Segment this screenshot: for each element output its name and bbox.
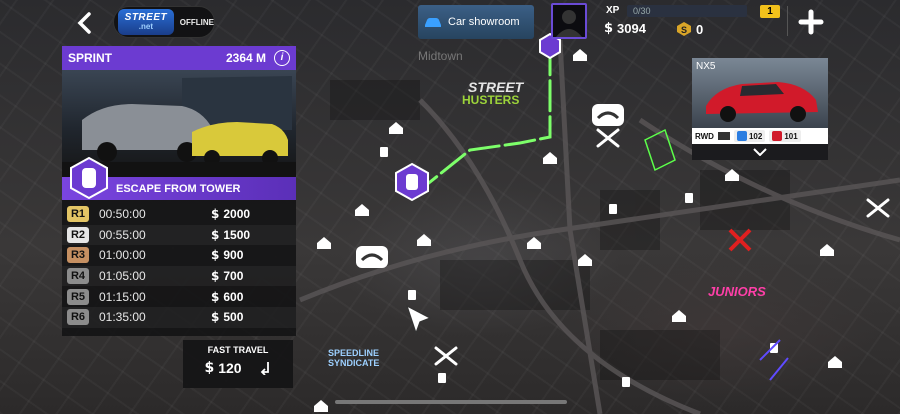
- dollar-icon: $: [604, 21, 614, 36]
- player-cursor: [405, 304, 432, 335]
- info-icon[interactable]: i: [274, 50, 290, 66]
- rank-badge: R1: [67, 206, 89, 223]
- dollar-icon: $: [211, 207, 220, 222]
- rank-badge: R6: [67, 309, 89, 326]
- car-name: NX5: [696, 61, 716, 72]
- target-time: 01:35:00: [99, 310, 146, 325]
- garage-marker[interactable]: [356, 246, 388, 268]
- reward-row: R6 01:35:00 $500: [62, 306, 296, 328]
- svg-text:S: S: [681, 25, 687, 35]
- target-time: 01:15:00: [99, 289, 146, 304]
- dollar-icon: $: [211, 310, 220, 325]
- svg-text:SYNDICATE: SYNDICATE: [328, 358, 379, 368]
- race-mode: SPRINT: [68, 51, 113, 65]
- prize: $1500: [211, 228, 250, 242]
- level-badge: 1: [760, 5, 780, 18]
- selected-car-card[interactable]: NX5 RWD 102 101: [692, 58, 828, 160]
- prize: $2000: [211, 207, 250, 221]
- prize: $500: [211, 310, 243, 324]
- fast-travel-amount: 120: [218, 360, 242, 376]
- race-name-bar: ESCAPE FROM TOWER: [62, 157, 296, 200]
- prize-amount: 1500: [223, 227, 251, 242]
- svg-text:SPEEDLINE: SPEEDLINE: [328, 348, 379, 358]
- fast-travel-cost: $ 120: [189, 360, 287, 376]
- car-stats: RWD 102 101: [692, 128, 828, 144]
- logo-mark: STREET .net: [118, 9, 174, 35]
- dollar-icon: $: [211, 227, 220, 242]
- district-label: Midtown: [418, 49, 463, 63]
- prize-amount: 500: [223, 310, 244, 325]
- crew-tag-juniors: JUNIORS: [708, 284, 766, 299]
- xp-progress-text: 0/30: [633, 6, 651, 16]
- logo-bottom: .net: [138, 22, 153, 31]
- street-net-logo: STREET .net OFFLINE: [113, 6, 215, 38]
- reward-row: R3 01:00:00 $900: [62, 245, 296, 266]
- home-indicator: [335, 400, 567, 404]
- connection-status: OFFLINE: [179, 17, 214, 27]
- prize-amount: 600: [223, 289, 244, 304]
- rank-badge: R2: [67, 226, 89, 243]
- target-time: 00:55:00: [99, 227, 146, 242]
- prize-amount: 700: [223, 269, 244, 284]
- arrow-down-corner-icon: [260, 362, 269, 375]
- silhouette-icon: [556, 10, 582, 37]
- race-distance: 2364 M: [225, 51, 266, 65]
- fast-travel-button[interactable]: FAST TRAVEL $ 120: [183, 340, 293, 388]
- gold-display: S 0: [676, 21, 703, 37]
- race-start-marker[interactable]: [395, 162, 429, 202]
- reward-row: R5 01:15:00 $600: [62, 286, 296, 307]
- back-chevron-left-icon[interactable]: [70, 8, 100, 38]
- prize: $900: [211, 248, 243, 262]
- player-avatar[interactable]: [551, 3, 587, 39]
- reward-row: R4 01:05:00 $700: [62, 265, 296, 287]
- add-currency-plus-icon[interactable]: [798, 9, 824, 35]
- stat-pill-2: 101: [769, 130, 801, 142]
- dollar-icon: $: [211, 289, 220, 304]
- race-info-panel: SPRINT 2364 M i ESCAPE FROM TOWER R1 00:…: [62, 46, 296, 336]
- engine-icon: [717, 132, 730, 140]
- race-header: SPRINT 2364 M i: [62, 46, 296, 70]
- game-screen: Midtown STREET HUSTERS JUNIORS SPEEDLINE…: [0, 0, 900, 414]
- reward-row: R2 00:55:00 $1500: [62, 224, 296, 246]
- target-time: 01:05:00: [99, 269, 146, 284]
- car-showroom-label: Car showroom: [448, 16, 520, 28]
- stat-value-1: 102: [748, 131, 763, 141]
- rank-badge: R4: [67, 268, 89, 285]
- prize-amount: 2000: [223, 207, 251, 222]
- prize: $700: [211, 269, 243, 283]
- cash-amount: 3094: [617, 21, 646, 36]
- rank-badge: R5: [67, 288, 89, 305]
- race-name: ESCAPE FROM TOWER: [116, 182, 241, 195]
- race-car-badge-icon: [70, 157, 108, 199]
- reward-row: R1 00:50:00 $2000: [62, 204, 296, 225]
- car-icon: [425, 18, 441, 27]
- stat-pill-1: 102: [733, 130, 766, 142]
- car-dealer-marker[interactable]: [592, 104, 624, 126]
- gold-amount: 0: [696, 21, 704, 37]
- gold-coin-icon: S: [677, 22, 691, 36]
- rank-badge: R3: [67, 247, 89, 264]
- dollar-icon: $: [204, 360, 215, 376]
- chevron-down-icon: [753, 148, 767, 156]
- stat-value-2: 101: [784, 131, 798, 141]
- prize: $600: [211, 290, 243, 304]
- topbar-divider: [787, 6, 788, 36]
- target-time: 00:50:00: [99, 207, 146, 222]
- target-time: 01:00:00: [99, 248, 146, 263]
- dollar-icon: $: [211, 269, 220, 284]
- expand-card-button[interactable]: [692, 144, 828, 160]
- svg-text:HUSTERS: HUSTERS: [462, 93, 519, 107]
- car-showroom-button[interactable]: Car showroom: [418, 5, 534, 39]
- drive-type: RWD: [695, 131, 714, 141]
- cash-display: $ 3094: [604, 21, 646, 36]
- dollar-icon: $: [211, 248, 220, 263]
- rating-class-icon: [772, 131, 783, 141]
- prize-amount: 900: [223, 248, 244, 263]
- xp-progress-bar: 0/30: [627, 5, 747, 17]
- reward-table: R1 00:50:00 $2000 R2 00:55:00 $1500 R3 01:00:00…: [62, 200, 296, 328]
- fast-travel-label: FAST TRAVEL: [207, 345, 269, 355]
- xp-label: XP: [606, 5, 620, 16]
- speed-class-icon: [736, 131, 747, 141]
